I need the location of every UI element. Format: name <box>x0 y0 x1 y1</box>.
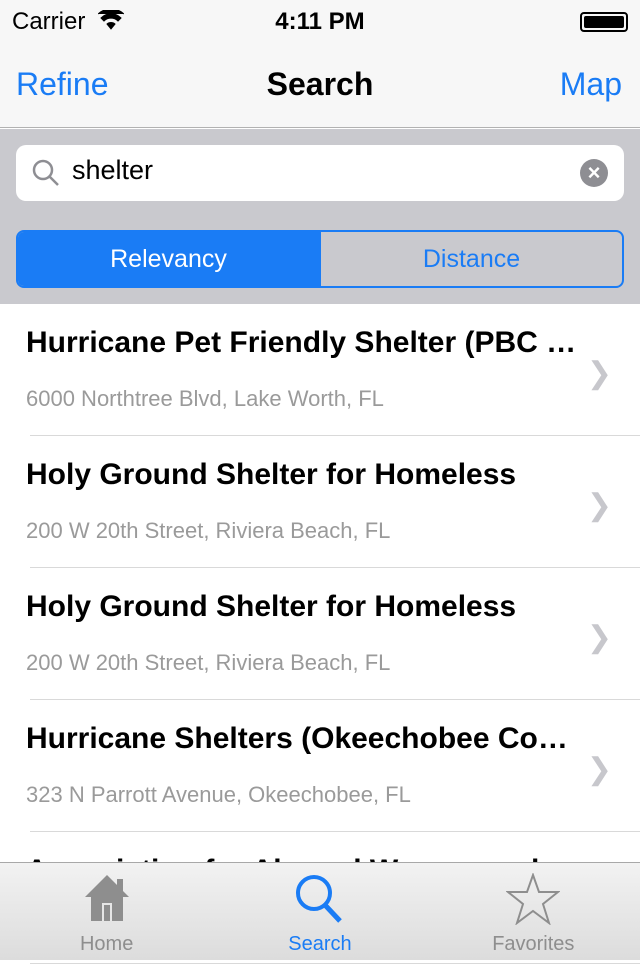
page-title: Search <box>266 66 374 102</box>
list-item[interactable]: Hurricane Pet Friendly Shelter (PBC Fair… <box>26 304 640 436</box>
chevron-right-icon: ❯ <box>586 753 612 786</box>
chevron-right-icon: ❯ <box>586 489 612 522</box>
sort-segmented-control: Relevancy Distance <box>16 230 624 288</box>
result-address: 6000 Northtree Blvd, Lake Worth, FL <box>26 386 384 411</box>
house-icon <box>84 875 129 921</box>
result-address: 200 W 20th Street, Riviera Beach, FL <box>26 650 391 675</box>
list-item[interactable]: Holy Ground Shelter for Homeless 200 W 20… <box>26 436 640 568</box>
navigation-bar: Refine Search Map <box>0 40 640 128</box>
tab-favorites[interactable]: Favorites <box>427 863 640 960</box>
search-icon <box>295 875 342 923</box>
chevron-right-icon: ❯ <box>586 621 612 654</box>
result-title: Hurricane Shelters (Okeechobee County) <box>26 722 586 755</box>
list-item[interactable]: Hurricane Shelters (Okeechobee County) 32… <box>26 700 640 832</box>
segment-relevancy[interactable]: Relevancy <box>18 232 319 286</box>
list-item[interactable]: Holy Ground Shelter for Homeless 200 W 20… <box>26 568 640 700</box>
result-title: Holy Ground Shelter for Homeless <box>26 590 517 623</box>
map-button[interactable]: Map <box>560 66 622 103</box>
clear-icon[interactable]: × <box>580 159 608 187</box>
tab-label: Favorites <box>492 933 575 955</box>
tab-label: Search <box>288 933 352 955</box>
tab-bar: Home Search Favorites <box>0 862 640 960</box>
clock: 4:11 PM <box>275 8 365 35</box>
tab-label: Home <box>79 933 134 955</box>
search-icon <box>32 159 59 186</box>
tab-home[interactable]: Home <box>0 863 213 960</box>
result-title: Hurricane Pet Friendly Shelter (PBC Fair… <box>26 326 586 359</box>
segment-distance[interactable]: Distance <box>319 232 622 286</box>
result-address: 323 N Parrott Avenue, Okeechobee, FL <box>26 782 411 807</box>
chevron-right-icon: ❯ <box>586 357 612 390</box>
search-area: × Relevancy Distance <box>0 129 640 304</box>
result-title: Holy Ground Shelter for Homeless <box>26 458 517 491</box>
search-input[interactable] <box>72 155 552 186</box>
search-box: × <box>16 145 624 201</box>
star-icon <box>505 871 562 926</box>
status-bar: Carrier 4:11 PM <box>0 0 640 40</box>
battery-icon <box>580 12 628 32</box>
tab-search[interactable]: Search <box>213 863 426 960</box>
result-address: 200 W 20th Street, Riviera Beach, FL <box>26 518 391 543</box>
